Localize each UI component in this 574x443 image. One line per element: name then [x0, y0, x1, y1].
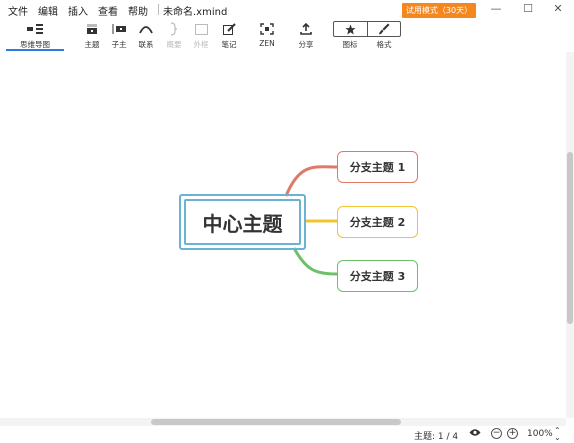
- zoom-stepper-icon[interactable]: ⌃ ⌄: [554, 427, 561, 442]
- horizontal-scrollbar[interactable]: [0, 418, 566, 426]
- menu-divider: [158, 4, 159, 15]
- active-tab-indicator: [6, 49, 64, 51]
- branch-topic-3[interactable]: 分支主题 3: [337, 260, 418, 292]
- menu-insert[interactable]: 插入: [68, 3, 88, 18]
- zen-button[interactable]: ZEN: [250, 20, 284, 48]
- maximize-button[interactable]: ☐: [518, 2, 538, 15]
- menu-help[interactable]: 帮助: [128, 3, 148, 18]
- eye-icon[interactable]: [469, 428, 481, 440]
- tab-mindmap[interactable]: 思维导图: [18, 20, 52, 50]
- zoom-level[interactable]: 100%: [527, 429, 553, 439]
- close-button[interactable]: ✕: [548, 2, 568, 15]
- menu-file[interactable]: 文件: [8, 3, 28, 18]
- vertical-scroll-thumb[interactable]: [567, 152, 573, 324]
- mindmap-icon: [18, 20, 52, 38]
- menu-view[interactable]: 查看: [98, 3, 118, 18]
- central-topic-label: 中心主题: [184, 199, 301, 245]
- mindmap-canvas[interactable]: 中心主题 分支主题 1 分支主题 2 分支主题 3: [0, 52, 566, 418]
- connector-branch-1: [284, 165, 338, 197]
- menu-edit[interactable]: 编辑: [38, 3, 58, 18]
- notes-button[interactable]: 笔记: [212, 20, 246, 50]
- branch-topic-2[interactable]: 分支主题 2: [337, 206, 418, 238]
- central-topic[interactable]: 中心主题: [179, 194, 306, 250]
- share-button[interactable]: 分享: [289, 20, 323, 50]
- toolbar: 思维导图 主题 子主 联系 概要 外框 笔记 ZEN 分享 图标 格式: [0, 20, 574, 52]
- format-label: 格式: [376, 40, 392, 49]
- trial-badge[interactable]: 试用模式（30天）: [402, 3, 476, 18]
- title-bar: 文件 编辑 插入 查看 帮助 未命名.xmind 试用模式（30天） — ☐ ✕: [0, 0, 574, 20]
- topic-count: 主题: 1 / 4: [414, 432, 459, 442]
- zoom-out-button[interactable]: −: [491, 428, 502, 439]
- icons-label: 图标: [342, 40, 358, 49]
- icons-format-group: [333, 21, 401, 37]
- zen-label: ZEN: [259, 39, 275, 48]
- share-label: 分享: [298, 40, 314, 49]
- minimize-button[interactable]: —: [486, 2, 506, 15]
- notes-icon: [212, 20, 246, 38]
- status-bar: 主题: 1 / 4 − + 100% ⌃ ⌄: [0, 426, 574, 443]
- share-icon: [289, 20, 323, 38]
- group-divider: [367, 22, 368, 36]
- zoom-in-button[interactable]: +: [507, 428, 518, 439]
- zen-icon: [250, 20, 284, 38]
- connector-branch-3: [292, 247, 338, 276]
- horizontal-scroll-thumb[interactable]: [151, 419, 401, 425]
- notes-label: 笔记: [221, 40, 237, 49]
- menu-bar: 文件 编辑 插入 查看 帮助 未命名.xmind: [8, 3, 237, 18]
- document-title: 未命名.xmind: [163, 7, 228, 18]
- branch-topic-1[interactable]: 分支主题 1: [337, 151, 418, 183]
- vertical-scrollbar[interactable]: [566, 52, 574, 418]
